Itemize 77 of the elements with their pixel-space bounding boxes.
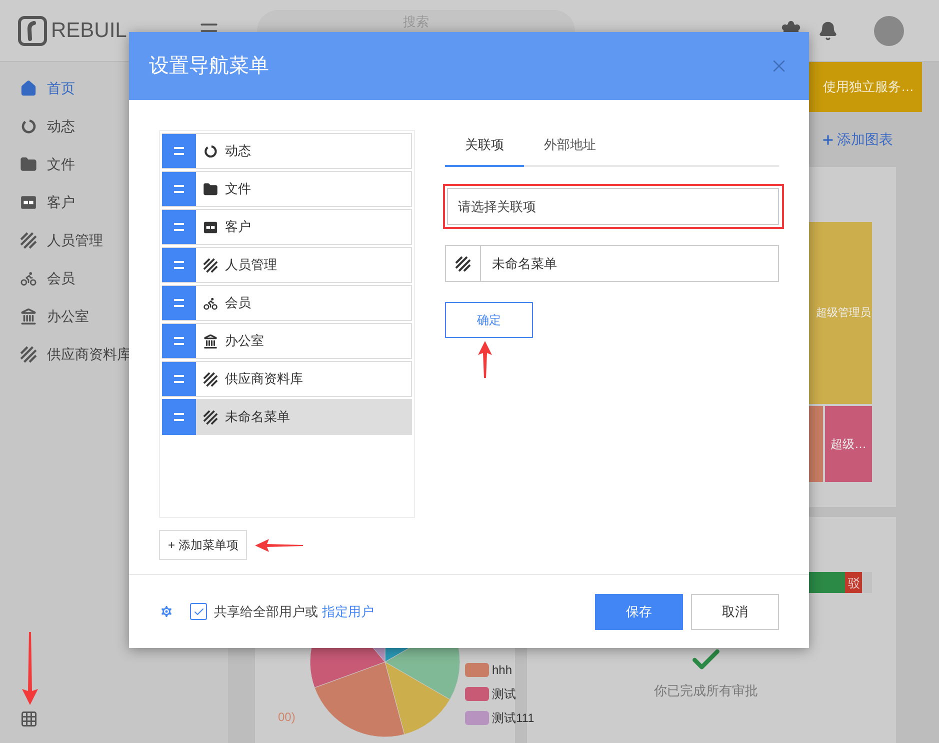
share-checkbox[interactable]	[190, 603, 207, 620]
legend-label: hhh	[492, 662, 512, 679]
menu-item-label: 动态	[225, 142, 251, 160]
grip-icon	[174, 223, 184, 231]
name-field[interactable]: 未命名菜单	[481, 245, 779, 282]
drag-handle[interactable]	[162, 248, 196, 282]
menu-item-label: 未命名菜单	[225, 408, 290, 426]
grip-icon	[174, 185, 184, 193]
legend-label: 测试	[492, 686, 516, 703]
legend-label: 测试111	[492, 710, 534, 727]
drag-handle[interactable]	[162, 134, 196, 168]
menu-item-label: 文件	[225, 180, 251, 198]
logo-icon	[18, 16, 47, 46]
add-menu-item-button[interactable]: + 添加菜单项	[159, 530, 248, 560]
check-icon	[192, 606, 204, 618]
grip-icon	[174, 337, 184, 345]
slice-label: 00)	[278, 709, 296, 726]
grip-icon	[174, 413, 184, 421]
approval-message: 你已完成所有审批	[654, 682, 758, 700]
menu-item[interactable]: 动态	[162, 133, 412, 169]
tab[interactable]: 关联项	[445, 125, 524, 167]
folder-icon	[20, 156, 37, 172]
drag-handle[interactable]	[162, 324, 196, 358]
ring-icon	[203, 144, 218, 158]
tab[interactable]: 外部地址	[524, 125, 616, 167]
menu-item[interactable]: 未命名菜单	[162, 399, 412, 435]
bank-icon	[20, 308, 37, 324]
menu-item[interactable]: 客户	[162, 209, 412, 245]
annotation-arrow	[255, 539, 303, 552]
drag-handle[interactable]	[162, 286, 196, 320]
icon-picker[interactable]	[445, 245, 481, 282]
hatch-icon	[20, 232, 37, 248]
bell-icon[interactable]	[818, 20, 838, 40]
menu-item-label: 供应商资料库	[225, 370, 303, 388]
link-select[interactable]: 请选择关联项	[447, 188, 779, 225]
grip-icon	[174, 299, 184, 307]
bank-icon	[203, 334, 218, 348]
folder-icon	[203, 182, 218, 196]
menu-item-label: 人员管理	[225, 256, 277, 274]
drag-handle[interactable]	[162, 172, 196, 206]
card-icon	[20, 194, 37, 210]
avatar[interactable]	[874, 16, 904, 46]
grip-icon	[174, 261, 184, 269]
hatch-icon	[203, 410, 218, 424]
grip-icon	[174, 375, 184, 383]
drag-handle[interactable]	[162, 362, 196, 396]
home-icon	[20, 80, 37, 96]
annotation-arrow	[478, 341, 492, 378]
share-label: 共享给全部用户或	[214, 602, 318, 621]
menu-item[interactable]: 会员	[162, 285, 412, 321]
menu-item[interactable]: 办公室	[162, 323, 412, 359]
menu-item[interactable]: 文件	[162, 171, 412, 207]
cancel-button[interactable]: 取消	[691, 594, 779, 630]
plus-icon	[821, 132, 835, 146]
drag-handle[interactable]	[162, 210, 196, 244]
apps-icon[interactable]	[20, 710, 38, 728]
hatch-icon	[203, 258, 218, 272]
dialog-title: 设置导航菜单	[149, 54, 269, 79]
menu-item-label: 办公室	[225, 332, 264, 350]
menu-item-label: 会员	[225, 294, 251, 312]
hatch-icon	[455, 256, 471, 272]
bike-icon	[203, 296, 218, 310]
menu-item-label: 客户	[225, 218, 251, 236]
logo-text: REBUIL	[51, 20, 128, 41]
grip-icon	[174, 147, 184, 155]
drag-handle[interactable]	[162, 399, 196, 435]
ring-icon	[20, 118, 37, 134]
bike-icon	[20, 270, 37, 286]
menu-item[interactable]: 供应商资料库	[162, 361, 412, 397]
hatch-icon	[20, 346, 37, 362]
card-icon	[203, 220, 218, 234]
treemap-tile[interactable]: 超级…	[825, 406, 872, 482]
save-button[interactable]: 保存	[595, 594, 683, 630]
specify-users-link[interactable]: 指定用户	[322, 602, 374, 622]
hatch-icon	[203, 372, 218, 386]
confirm-button[interactable]: 确定	[445, 302, 533, 338]
menu-item[interactable]: 人员管理	[162, 247, 412, 283]
